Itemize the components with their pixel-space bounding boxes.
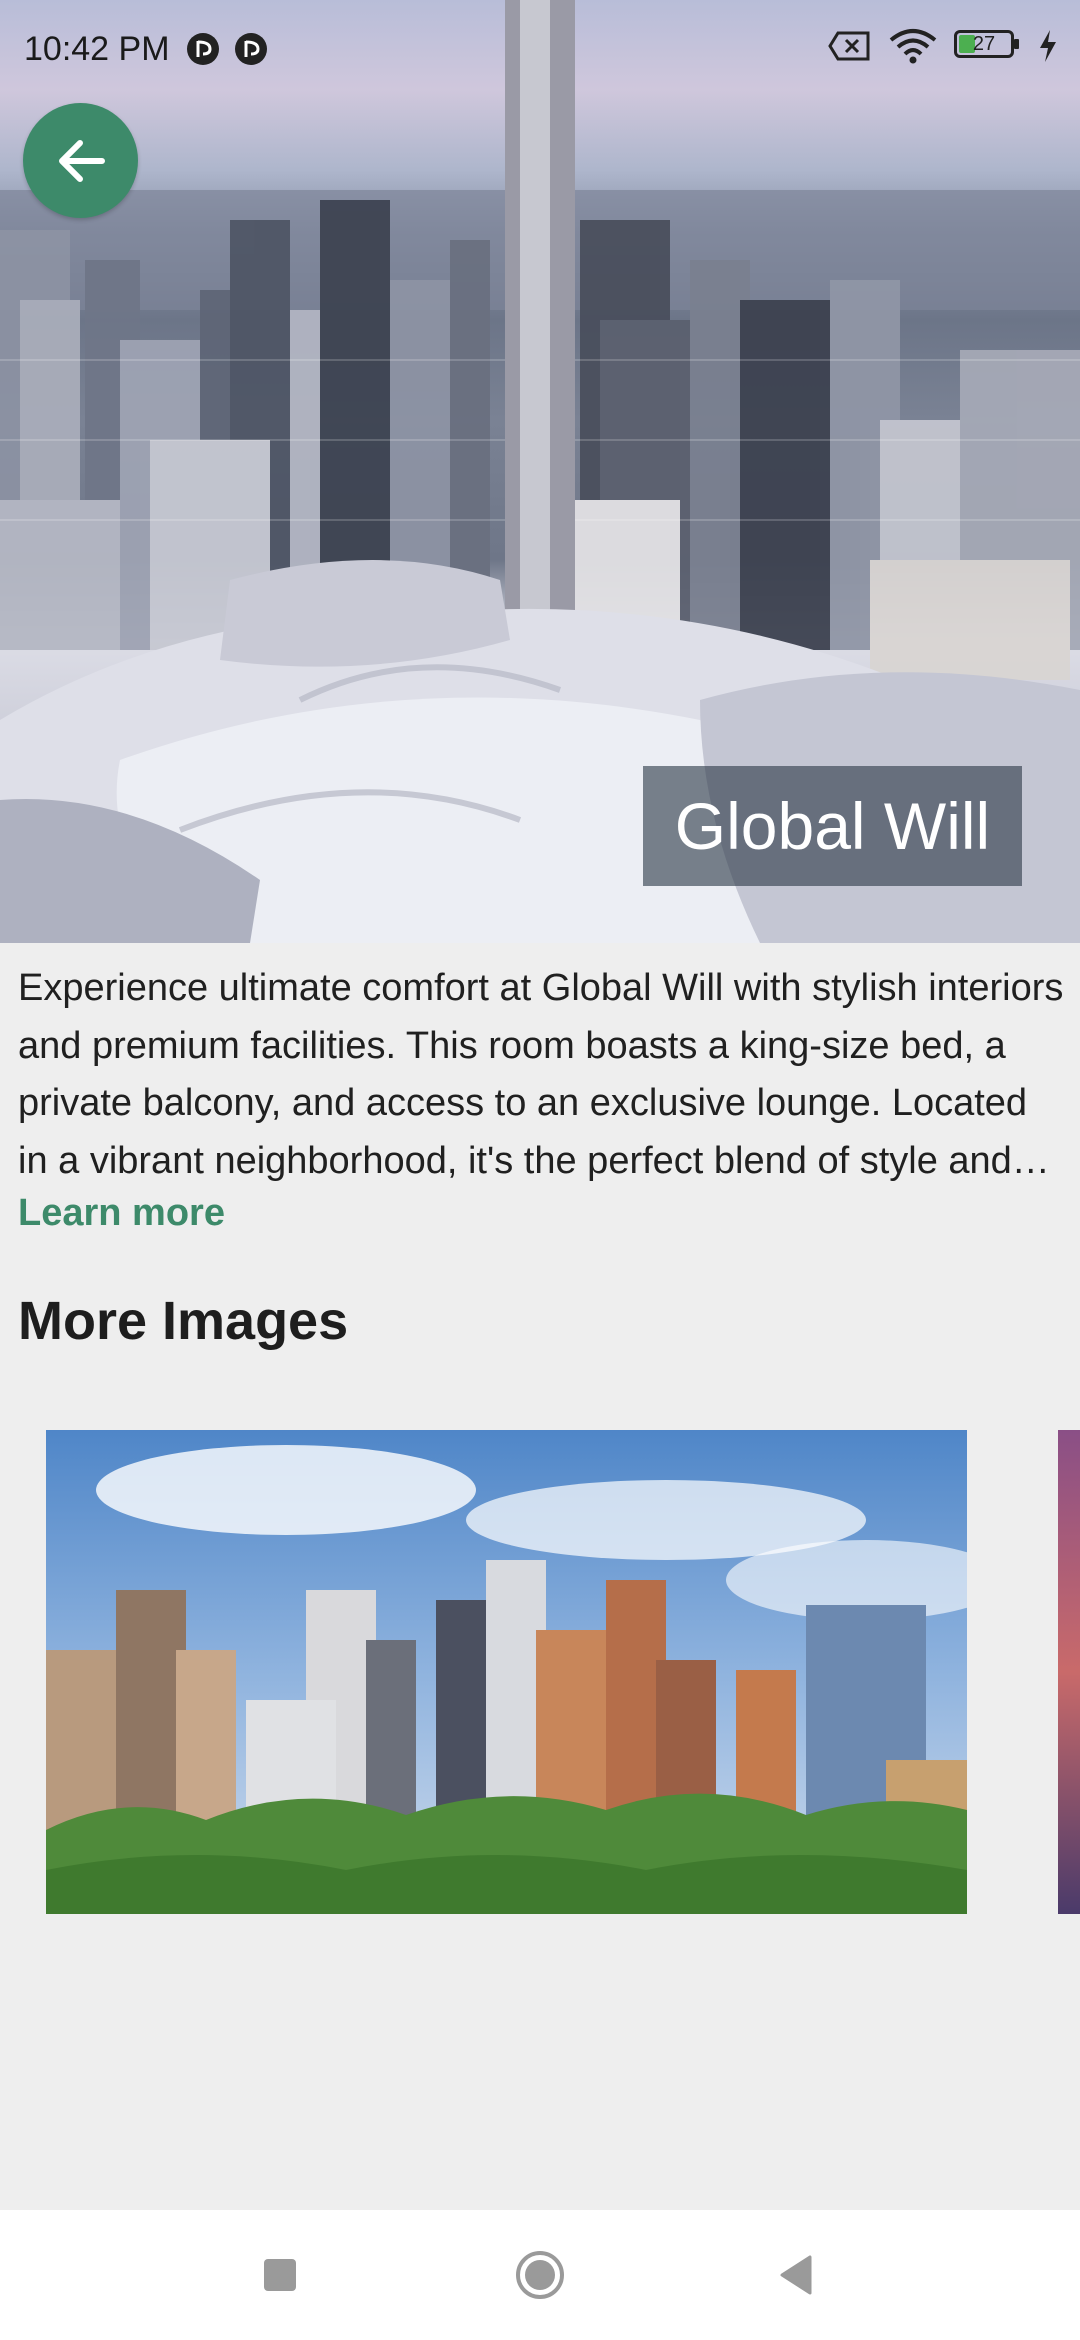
status-icons-left	[186, 32, 268, 66]
status-icons-right: 27	[828, 28, 1058, 64]
battery-alert-icon	[828, 31, 870, 61]
back-button[interactable]	[23, 103, 138, 218]
gallery-image-skyline[interactable]	[46, 1430, 967, 1914]
home-button[interactable]	[470, 2210, 610, 2340]
more-images-heading: More Images	[18, 1291, 349, 1351]
status-bar: 10:42 PM 27	[0, 0, 1080, 100]
home-circle-icon	[516, 2251, 564, 2299]
wifi-icon	[889, 29, 937, 64]
battery-level: 27	[972, 33, 996, 55]
charging-icon	[1040, 30, 1056, 62]
battery-icon: 27	[954, 30, 1022, 62]
learn-more-link[interactable]: Learn more	[18, 1192, 225, 1235]
status-time: 10:42 PM	[24, 30, 170, 68]
hotel-title: Global Will	[643, 766, 1022, 886]
back-triangle-icon	[780, 2255, 812, 2295]
gallery-image-next[interactable]	[1058, 1430, 1080, 1914]
recents-button[interactable]	[210, 2210, 350, 2340]
hotel-description: Experience ultimate comfort at Global Wi…	[18, 967, 1064, 1182]
sync-icon	[187, 33, 219, 65]
recents-square-icon	[264, 2259, 296, 2291]
sync-icon	[235, 33, 267, 65]
hotel-detail-screen: 10:42 PM 27 Global Will Experience ultim…	[0, 0, 1080, 2340]
system-navigation-bar	[0, 2210, 1080, 2340]
arrow-left-icon	[58, 139, 105, 182]
back-nav-button[interactable]	[726, 2210, 866, 2340]
skyline-image-illustration	[46, 1430, 967, 1914]
sunset-image-illustration	[1058, 1430, 1080, 1914]
